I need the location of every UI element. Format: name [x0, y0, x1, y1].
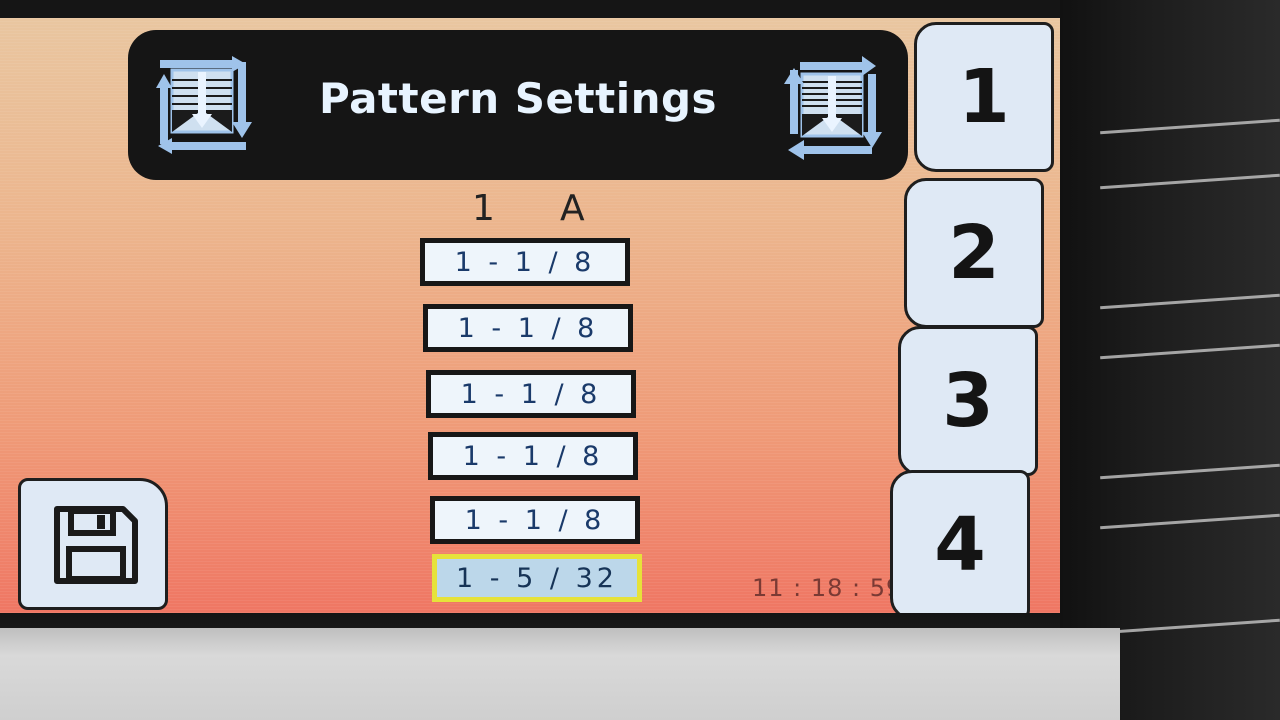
- pattern-row-4[interactable]: 1 - 1 / 8: [428, 432, 638, 480]
- pattern-transfer-cycle-icon[interactable]: [776, 52, 888, 164]
- page-title: Pattern Settings: [318, 74, 718, 123]
- header-bar: Pattern Settings: [128, 30, 908, 180]
- column-header-1: 1: [472, 188, 495, 229]
- tab-2[interactable]: 2: [904, 178, 1044, 328]
- pattern-row-3[interactable]: 1 - 1 / 8: [426, 370, 636, 418]
- device-bezel-bottom: [0, 628, 1120, 720]
- pattern-transfer-down-icon[interactable]: [146, 48, 258, 160]
- column-header-a: A: [560, 188, 585, 229]
- save-button[interactable]: [18, 478, 168, 610]
- pattern-row-6-selected[interactable]: 1 - 5 / 32: [432, 554, 642, 602]
- page-tabs: 1 2 3 4: [890, 18, 1060, 613]
- pattern-row-1[interactable]: 1 - 1 / 8: [420, 238, 630, 286]
- tab-4[interactable]: 4: [890, 470, 1030, 613]
- pattern-row-5[interactable]: 1 - 1 / 8: [430, 496, 640, 544]
- pattern-row-2[interactable]: 1 - 1 / 8: [423, 304, 633, 352]
- tab-1[interactable]: 1: [914, 22, 1054, 172]
- floppy-disk-icon: [54, 506, 138, 584]
- clock-readout: 11 : 18 : 59: [752, 574, 903, 602]
- device-bezel-right: [1060, 0, 1280, 720]
- display-screen: Pattern Settings 1 A 1 - 1 / 8 1 - 1 / 8…: [0, 18, 1060, 613]
- device-frame: Pattern Settings 1 A 1 - 1 / 8 1 - 1 / 8…: [0, 0, 1280, 720]
- column-headers: 1 A: [420, 188, 640, 236]
- tab-3[interactable]: 3: [898, 326, 1038, 476]
